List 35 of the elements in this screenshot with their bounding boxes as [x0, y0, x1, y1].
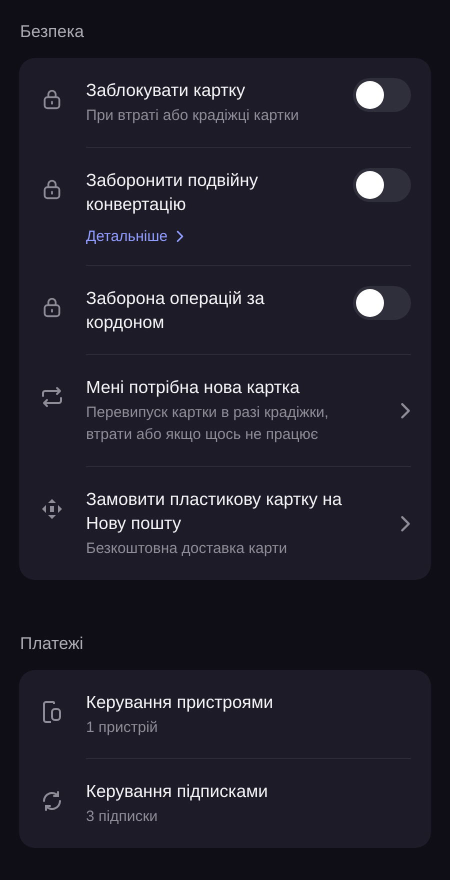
section-title: Платежі	[20, 634, 84, 654]
row-title: Керування пристроями	[86, 691, 274, 714]
lock-icon	[41, 88, 63, 110]
refresh-icon	[40, 789, 64, 813]
settings-row[interactable]: Замовити пластикову картку на Нову пошту Безкоштовна доставка карти	[19, 467, 431, 580]
section-title: Безпека	[20, 22, 85, 42]
settings-row[interactable]: Керування пристроями 1 пристрій	[19, 670, 431, 759]
swap-arrows-icon	[40, 385, 64, 409]
toggle-switch[interactable]	[353, 78, 411, 112]
row-subtitle: При втраті або крадіжці картки	[86, 106, 300, 126]
chevron-right-icon	[400, 514, 411, 532]
phone-watch-icon	[40, 700, 64, 724]
row-title: Заборона операцій за кордоном	[86, 287, 266, 334]
row-title: Керування підписками	[86, 780, 269, 803]
lock-icon	[41, 178, 63, 200]
settings-row[interactable]: Керування підписками 3 підписки	[19, 759, 431, 848]
link-chevron-icon	[176, 230, 184, 243]
row-subtitle: Безкоштовна доставка карти	[86, 539, 288, 559]
row-title: Мені потрібна нова картка	[86, 376, 301, 399]
details-link[interactable]: Детальніше	[86, 228, 184, 245]
row-subtitle: 1 пристрій	[86, 718, 159, 738]
row-subtitle: 3 підписки	[86, 807, 159, 827]
row-title: Замовити пластикову картку на Нову пошту	[86, 488, 343, 535]
chevron-right-icon	[400, 402, 411, 420]
settings-row[interactable]: Мені потрібна нова картка Перевипуск картки в разі крадіжки, втрати або якщо щось не працює	[19, 355, 431, 467]
toggle-switch[interactable]	[353, 286, 411, 320]
settings-row[interactable]: Заборона операцій за кордоном	[19, 266, 431, 355]
row-title: Заблокувати картку	[86, 79, 246, 102]
row-subtitle: Перевипуск картки в разі крадіжки, втрати або якщо щось не працює	[86, 403, 330, 445]
settings-row[interactable]: Заблокувати картку При втраті або крадіжці картки	[19, 58, 431, 148]
settings-row[interactable]: Заборонити подвійну конвертацію Детальніше	[19, 148, 431, 266]
lock-icon	[41, 296, 63, 318]
four-arrows-icon	[40, 497, 64, 521]
toggle-switch[interactable]	[353, 168, 411, 202]
row-title: Заборонити подвійну конвертацію	[86, 169, 260, 216]
